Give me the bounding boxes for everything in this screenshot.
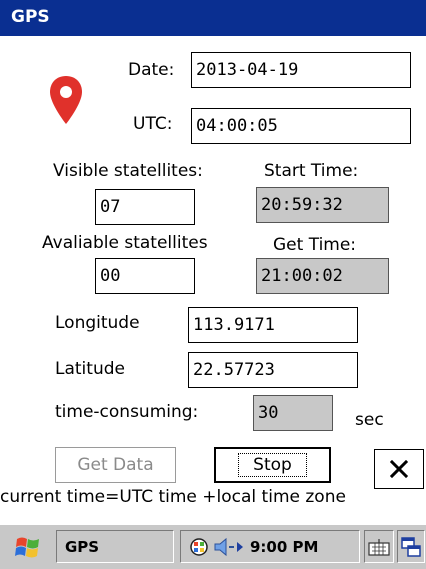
start-time-field: 20:59:32 bbox=[256, 187, 389, 223]
close-icon bbox=[390, 460, 408, 478]
available-satellites-label: Avaliable statellites bbox=[42, 233, 208, 253]
map-pin-icon bbox=[50, 76, 82, 124]
date-label: Date: bbox=[128, 60, 175, 80]
taskbar-app-label: GPS bbox=[65, 537, 100, 556]
taskbar-app-button[interactable]: GPS bbox=[56, 530, 174, 563]
windows-start-icon[interactable] bbox=[14, 535, 42, 561]
visible-satellites-label: Visible statellites: bbox=[53, 161, 203, 181]
longitude-field[interactable]: 113.9171 bbox=[188, 307, 358, 343]
stop-button-label: Stop bbox=[238, 453, 307, 477]
keyboard-button[interactable] bbox=[364, 530, 394, 563]
close-button[interactable] bbox=[374, 449, 424, 489]
utc-field[interactable]: 04:00:05 bbox=[191, 108, 411, 144]
longitude-label: Longitude bbox=[55, 313, 140, 333]
latitude-label: Latitude bbox=[55, 359, 125, 379]
window-switch-icon bbox=[401, 536, 421, 557]
stop-button[interactable]: Stop bbox=[214, 447, 331, 483]
latitude-field[interactable]: 22.57723 bbox=[188, 352, 358, 388]
available-satellites-field[interactable]: 00 bbox=[95, 258, 195, 294]
time-zone-note: current time=UTC time +local time zone bbox=[0, 487, 346, 507]
network-icon[interactable] bbox=[189, 537, 209, 557]
window-switch-button[interactable] bbox=[397, 530, 425, 563]
time-consuming-unit: sec bbox=[355, 410, 384, 430]
taskbar: GPS 9:00 PM bbox=[0, 524, 426, 569]
taskbar-clock[interactable]: 9:00 PM bbox=[250, 538, 318, 556]
utc-label: UTC: bbox=[133, 114, 173, 134]
speaker-icon[interactable] bbox=[212, 537, 236, 557]
keyboard-icon bbox=[368, 538, 390, 556]
tray-arrow-icon bbox=[237, 541, 243, 552]
get-time-field: 21:00:02 bbox=[256, 258, 389, 294]
start-time-label: Start Time: bbox=[264, 161, 359, 181]
time-consuming-field: 30 bbox=[253, 395, 333, 431]
get-data-button-label: Get Data bbox=[77, 455, 154, 475]
title-bar: GPS bbox=[0, 0, 426, 36]
get-time-label: Get Time: bbox=[273, 235, 357, 255]
date-field[interactable]: 2013-04-19 bbox=[191, 52, 411, 88]
time-consuming-label: time-consuming: bbox=[55, 402, 199, 422]
window-title: GPS bbox=[11, 7, 50, 27]
get-data-button[interactable]: Get Data bbox=[55, 447, 176, 483]
visible-satellites-field[interactable]: 07 bbox=[95, 189, 195, 225]
system-tray: 9:00 PM bbox=[180, 530, 360, 563]
